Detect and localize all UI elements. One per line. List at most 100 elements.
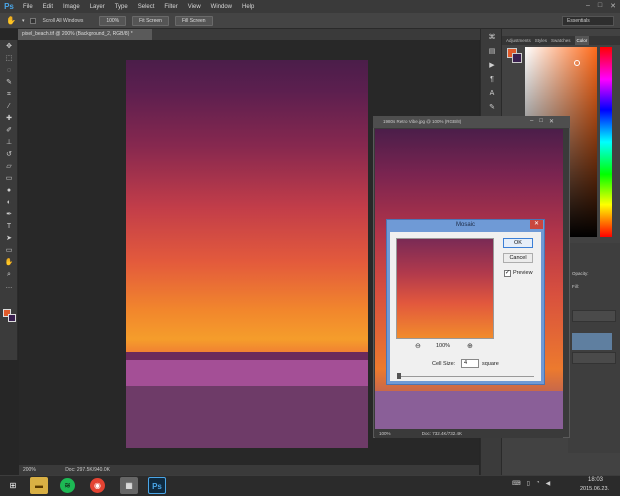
type-tool-icon[interactable]: T [3,222,15,232]
clock-date[interactable]: 2015.06.23. [580,486,609,492]
more-tools-icon[interactable]: … [3,282,15,292]
floating-canvas-ground [375,391,563,429]
eraser-tool-icon[interactable]: ▱ [3,162,15,172]
history-panel-icon[interactable]: ⌘ [486,33,498,43]
pen-tool-icon[interactable]: ✒ [3,210,15,220]
minimize-button[interactable]: – [586,2,590,10]
tab-styles[interactable]: Styles [535,36,547,45]
preview-checkbox[interactable]: ✓ [504,270,511,277]
ok-button[interactable]: OK [503,238,533,248]
status-doc-size: Doc: 297.5K/940.0K [65,467,110,473]
workspace-switcher[interactable]: Essentials [562,16,614,26]
zoom-tool-icon[interactable]: ⌕ [3,270,15,280]
chrome-icon[interactable]: ◉ [90,478,105,493]
apps-icon[interactable]: ▦ [120,477,138,494]
color-panel-tabs: Adjustments Styles Swatches Color [502,36,620,45]
brush-panel-icon[interactable]: ✎ [486,103,498,113]
preview-zoom-level: 100% [436,343,451,349]
scroll-all-checkbox[interactable] [30,17,37,24]
tab-swatches[interactable]: Swatches [551,36,571,45]
move-tool-icon[interactable]: ✥ [3,42,15,52]
paragraph-panel-icon[interactable]: ¶ [486,75,498,85]
crop-tool-icon[interactable]: ⌗ [3,90,15,100]
menu-bar: Ps File Edit Image Layer Type Select Fil… [0,0,620,13]
floating-status-bar: 100% Doc: 732.4K/732.4K [375,429,563,438]
system-tray: ⌨ ▯ ◔ ◀ [512,480,550,487]
background-color-swatch[interactable] [8,314,16,322]
float-close-button[interactable]: ✕ [549,118,554,125]
scroll-all-label: Scroll All Windows [42,17,84,24]
blur-tool-icon[interactable]: ● [3,186,15,196]
panel-background-swatch[interactable] [512,53,522,63]
photoshop-taskbar-icon[interactable]: Ps [148,477,166,494]
properties-panel-icon[interactable]: ▤ [486,47,498,57]
menu-window[interactable]: Window [206,4,237,10]
quick-select-tool-icon[interactable]: ✎ [3,78,15,88]
main-document-canvas[interactable] [126,60,368,448]
window-controls: – □ ✕ [586,2,616,10]
spotify-icon[interactable]: ≋ [60,478,75,493]
tab-adjustments[interactable]: Adjustments [506,36,531,45]
photoshop-logo: Ps [4,2,14,11]
status-zoom[interactable]: 200% [23,467,36,473]
maximize-button[interactable]: □ [598,2,602,10]
layer-row-selected[interactable] [572,333,612,350]
document-tab[interactable]: pixel_beach.tif @ 200% (Background_2, RG… [18,29,152,40]
eyedropper-tool-icon[interactable]: ⁄ [3,102,15,112]
dodge-tool-icon[interactable]: ◐ [3,198,15,208]
file-explorer-icon[interactable]: ▬ [30,477,48,494]
tab-color[interactable]: Color [574,36,590,45]
canvas-ground [126,386,368,448]
float-minimize-button[interactable]: – [530,118,533,125]
zoom-100-button[interactable]: 100% [99,15,127,26]
stamp-tool-icon[interactable]: ⊥ [3,138,15,148]
windows-start-icon[interactable]: ⊞ [4,477,22,494]
lasso-tool-icon[interactable]: ◌ [3,66,15,76]
character-panel-icon[interactable]: A [486,89,498,99]
hand-tool-icon[interactable]: ✋ [3,258,15,268]
zoom-out-icon[interactable]: ⊖ [415,342,421,350]
menu-help[interactable]: Help [237,4,259,10]
zoom-in-icon[interactable]: ⊕ [467,342,473,350]
network-icon[interactable]: ▯ [527,480,530,487]
menu-filter[interactable]: Filter [159,4,182,10]
filter-preview[interactable] [396,238,494,339]
layer-row[interactable] [572,310,616,322]
fill-screen-button[interactable]: Fill Screen [174,15,213,26]
healing-tool-icon[interactable]: ✚ [3,114,15,124]
dialog-close-button[interactable]: ✕ [530,220,543,229]
menu-layer[interactable]: Layer [85,4,110,10]
canvas-hill-pink [126,360,368,388]
shape-tool-icon[interactable]: ▭ [3,246,15,256]
layer-row[interactable] [572,352,616,364]
gradient-tool-icon[interactable]: ▭ [3,174,15,184]
cell-size-slider-track[interactable] [398,376,534,377]
menu-select[interactable]: Select [133,4,160,10]
marquee-tool-icon[interactable]: ⬚ [3,54,15,64]
close-button[interactable]: ✕ [610,2,616,10]
brush-tool-icon[interactable]: ✐ [3,126,15,136]
menu-file[interactable]: File [18,4,38,10]
path-select-tool-icon[interactable]: ➤ [3,234,15,244]
float-status-zoom[interactable]: 100% [379,431,391,436]
menu-edit[interactable]: Edit [38,4,58,10]
actions-panel-icon[interactable]: ▶ [486,61,498,71]
cell-size-slider-thumb[interactable] [397,373,401,379]
floating-window-controls: – □ ✕ [530,118,554,125]
clock-time[interactable]: 18:03 [588,477,603,483]
color-picker-marker[interactable] [574,60,580,66]
menu-type[interactable]: Type [110,4,133,10]
dialog-title[interactable]: Mosaic [386,219,545,231]
float-maximize-button[interactable]: □ [539,118,543,125]
menu-view[interactable]: View [183,4,206,10]
volume-icon[interactable]: ◀ [546,480,551,487]
cancel-button[interactable]: Cancel [503,253,533,263]
keyboard-icon[interactable]: ⌨ [512,480,521,487]
history-brush-icon[interactable]: ↺ [3,150,15,160]
wifi-icon[interactable]: ◔ [536,480,540,487]
menu-image[interactable]: Image [58,4,85,10]
fit-screen-button[interactable]: Fit Screen [132,15,169,26]
tool-preset-dropdown[interactable]: ▾ [22,18,25,24]
cell-size-input[interactable]: 4 [461,359,479,368]
hue-slider[interactable] [600,47,612,237]
